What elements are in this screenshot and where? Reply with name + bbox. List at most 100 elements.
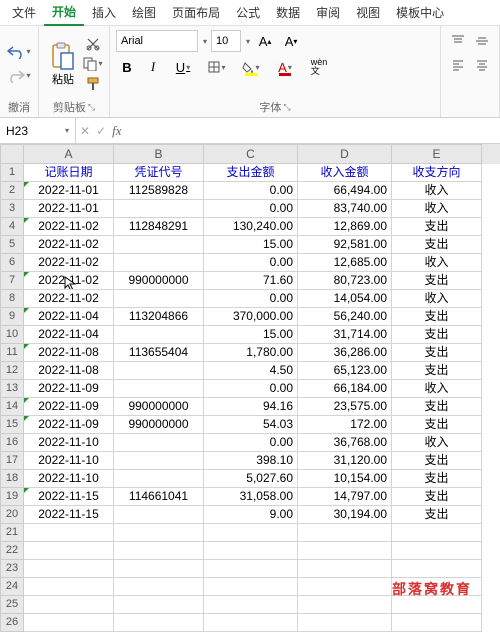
cell[interactable]: 12,869.00: [298, 218, 392, 236]
cell[interactable]: [114, 596, 204, 614]
row-header[interactable]: 14: [0, 398, 24, 416]
cell[interactable]: 36,286.00: [298, 344, 392, 362]
cell[interactable]: 112848291: [114, 218, 204, 236]
cell[interactable]: [24, 542, 114, 560]
cell[interactable]: 支出: [392, 416, 482, 434]
cell[interactable]: 31,058.00: [204, 488, 298, 506]
cell[interactable]: 31,714.00: [298, 326, 392, 344]
cell[interactable]: 113204866: [114, 308, 204, 326]
undo-button[interactable]: ▾: [6, 41, 32, 63]
cell[interactable]: [114, 542, 204, 560]
cell[interactable]: 94.16: [204, 398, 298, 416]
cell[interactable]: 4.50: [204, 362, 298, 380]
cell[interactable]: 收入: [392, 380, 482, 398]
cell[interactable]: 2022-11-01: [24, 200, 114, 218]
cell[interactable]: 收支方向: [392, 164, 482, 182]
column-header[interactable]: D: [298, 144, 392, 164]
row-header[interactable]: 25: [0, 596, 24, 614]
menu-item-1[interactable]: 开始: [44, 0, 84, 26]
cell[interactable]: 5,027.60: [204, 470, 298, 488]
decrease-font-button[interactable]: A▾: [280, 30, 302, 52]
cell-reference-box[interactable]: H23▾: [0, 118, 76, 143]
cell[interactable]: [392, 542, 482, 560]
cell[interactable]: 0.00: [204, 254, 298, 272]
cell[interactable]: [114, 326, 204, 344]
cell[interactable]: 14,797.00: [298, 488, 392, 506]
column-header[interactable]: C: [204, 144, 298, 164]
row-header[interactable]: 20: [0, 506, 24, 524]
row-header[interactable]: 19: [0, 488, 24, 506]
row-header[interactable]: 6: [0, 254, 24, 272]
cell[interactable]: [298, 578, 392, 596]
menu-item-0[interactable]: 文件: [4, 0, 44, 26]
row-header[interactable]: 17: [0, 452, 24, 470]
cell[interactable]: 0.00: [204, 380, 298, 398]
menu-item-2[interactable]: 插入: [84, 0, 124, 26]
cell[interactable]: 支出: [392, 308, 482, 326]
cell[interactable]: [204, 560, 298, 578]
cell[interactable]: 370,000.00: [204, 308, 298, 326]
cell[interactable]: 15.00: [204, 326, 298, 344]
cell[interactable]: 收入: [392, 290, 482, 308]
row-header[interactable]: 15: [0, 416, 24, 434]
cell[interactable]: 112589828: [114, 182, 204, 200]
cell[interactable]: 支出: [392, 218, 482, 236]
cell[interactable]: [24, 524, 114, 542]
phonetic-button[interactable]: wèn 文: [304, 56, 334, 78]
cell[interactable]: 2022-11-10: [24, 470, 114, 488]
cell[interactable]: 2022-11-01: [24, 182, 114, 200]
row-header[interactable]: 24: [0, 578, 24, 596]
fx-icon[interactable]: fx: [112, 123, 121, 139]
column-header[interactable]: B: [114, 144, 204, 164]
cell[interactable]: [114, 254, 204, 272]
font-expand-icon[interactable]: ⤡: [283, 102, 290, 113]
cell[interactable]: [204, 596, 298, 614]
cell[interactable]: 31,120.00: [298, 452, 392, 470]
cell[interactable]: 2022-11-02: [24, 218, 114, 236]
bold-button[interactable]: B: [116, 56, 138, 78]
cell[interactable]: 14,054.00: [298, 290, 392, 308]
cell[interactable]: 0.00: [204, 182, 298, 200]
cell[interactable]: 130,240.00: [204, 218, 298, 236]
cell[interactable]: 54.03: [204, 416, 298, 434]
row-header[interactable]: 26: [0, 614, 24, 632]
cell[interactable]: 凭证代号: [114, 164, 204, 182]
row-header[interactable]: 12: [0, 362, 24, 380]
cell[interactable]: [204, 578, 298, 596]
cell[interactable]: 2022-11-02: [24, 272, 114, 290]
menu-item-4[interactable]: 页面布局: [164, 0, 228, 26]
paste-button[interactable]: 粘贴: [45, 41, 81, 87]
cell[interactable]: 114661041: [114, 488, 204, 506]
cell[interactable]: 30,194.00: [298, 506, 392, 524]
row-header[interactable]: 2: [0, 182, 24, 200]
cell[interactable]: 支出: [392, 506, 482, 524]
row-header[interactable]: 5: [0, 236, 24, 254]
chevron-down-icon[interactable]: ▾: [203, 37, 207, 46]
cell[interactable]: 2022-11-10: [24, 434, 114, 452]
row-header[interactable]: 9: [0, 308, 24, 326]
underline-button[interactable]: U▾: [168, 56, 198, 78]
cell[interactable]: [114, 200, 204, 218]
cell[interactable]: 2022-11-02: [24, 290, 114, 308]
cell[interactable]: 15.00: [204, 236, 298, 254]
cell[interactable]: 支出: [392, 452, 482, 470]
confirm-formula-icon[interactable]: ✓: [96, 124, 106, 138]
cell[interactable]: [392, 614, 482, 632]
align-middle-button[interactable]: [471, 30, 493, 52]
cell[interactable]: 990000000: [114, 398, 204, 416]
align-top-button[interactable]: [447, 30, 469, 52]
cell[interactable]: 2022-11-08: [24, 362, 114, 380]
cell[interactable]: [24, 596, 114, 614]
cell[interactable]: [204, 542, 298, 560]
row-header[interactable]: 11: [0, 344, 24, 362]
align-center-button[interactable]: [471, 54, 493, 76]
align-left-button[interactable]: [447, 54, 469, 76]
row-header[interactable]: 22: [0, 542, 24, 560]
menu-item-3[interactable]: 绘图: [124, 0, 164, 26]
cell[interactable]: [114, 524, 204, 542]
cell[interactable]: 2022-11-15: [24, 488, 114, 506]
row-header[interactable]: 3: [0, 200, 24, 218]
cell[interactable]: 支出: [392, 488, 482, 506]
cell[interactable]: 2022-11-09: [24, 380, 114, 398]
cell[interactable]: [24, 578, 114, 596]
